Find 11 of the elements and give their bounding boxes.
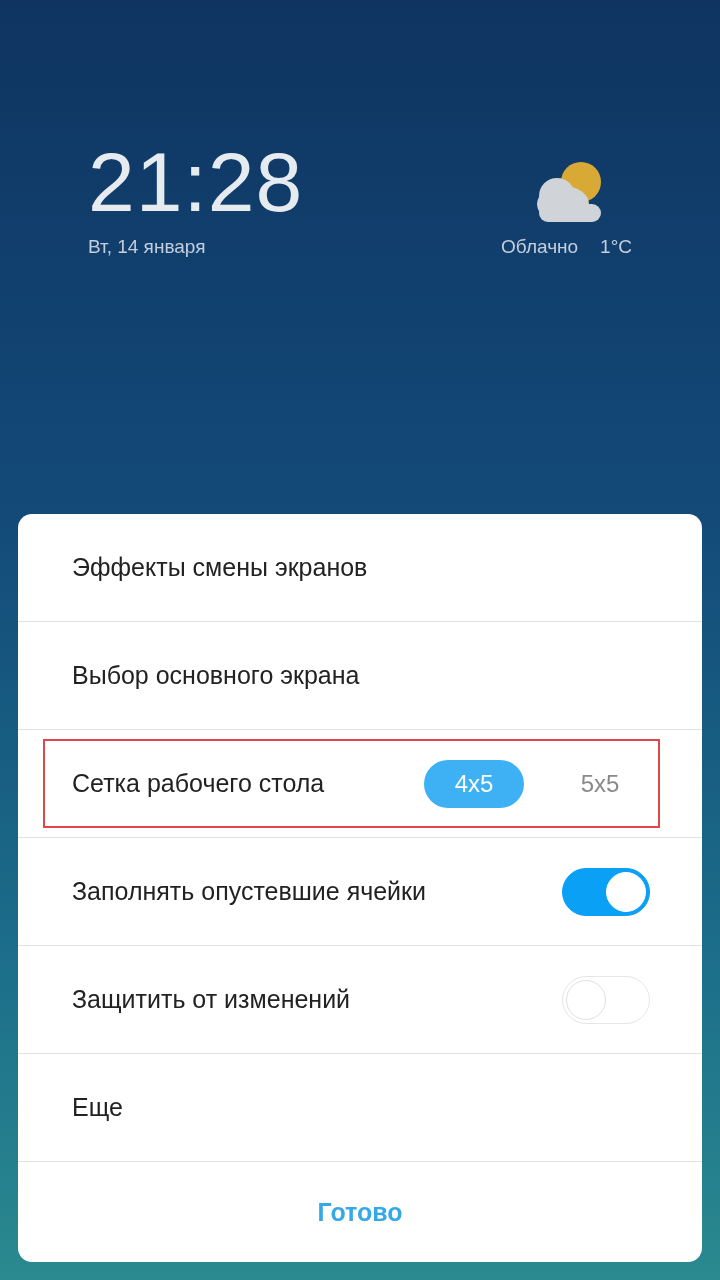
setting-label[interactable]: Сетка рабочего стола — [72, 769, 325, 798]
weather-temperature: 1°C — [600, 236, 632, 258]
setting-label[interactable]: Еще — [72, 1093, 123, 1122]
clock-time: 21:28 — [88, 140, 304, 224]
setting-label[interactable]: Эффекты смены экранов — [72, 553, 368, 582]
toggle-switch[interactable] — [562, 867, 650, 916]
weather-condition: Облачно — [501, 236, 579, 258]
setting-label[interactable]: Заполнять опустевшие ячейки — [72, 877, 426, 906]
setting-label[interactable]: Защитить от изменений — [72, 985, 351, 1014]
setting-label[interactable]: Выбор основного экрана — [72, 661, 360, 690]
clock-date: Вт, 14 января — [88, 236, 206, 258]
